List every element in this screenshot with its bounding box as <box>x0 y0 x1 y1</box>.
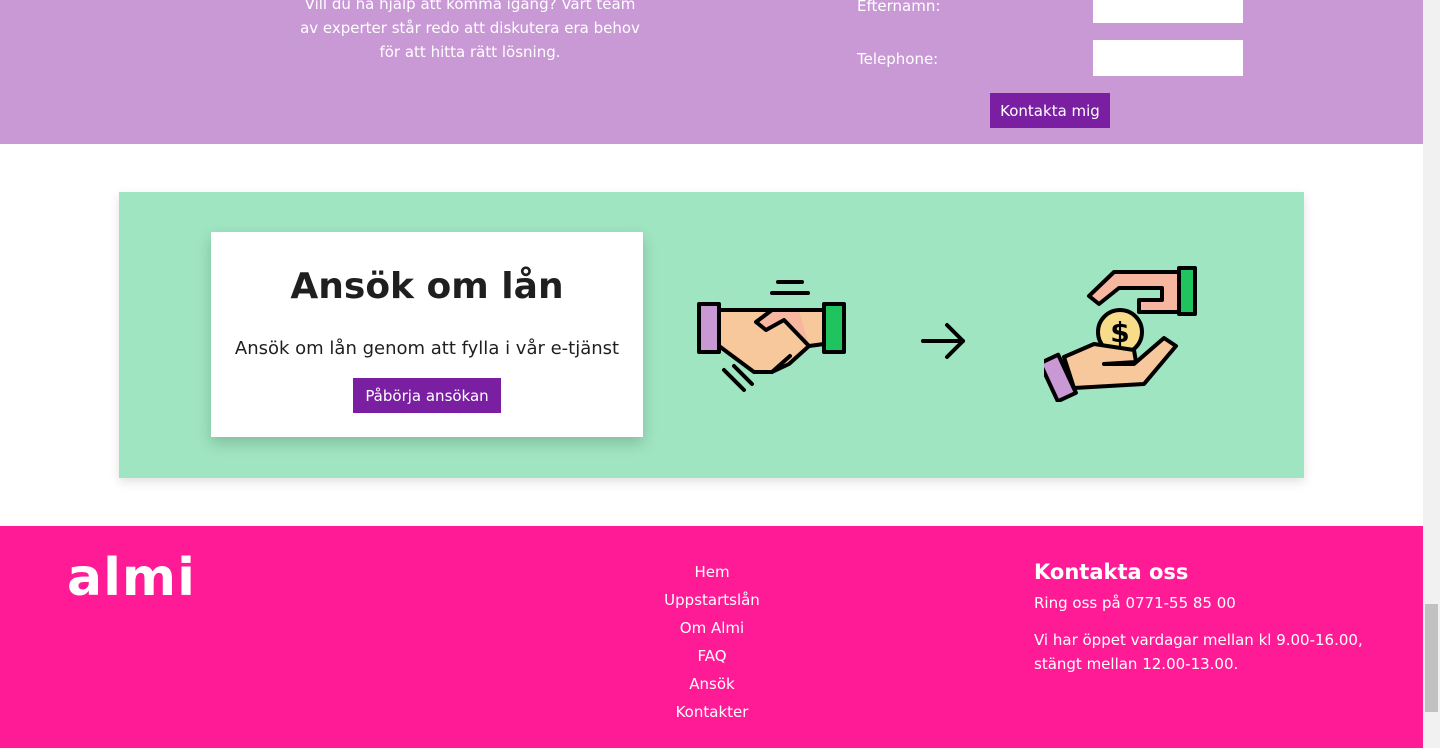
footer-hours-text: Vi har öppet vardagar mellan kl 9.00-16.… <box>1034 631 1363 673</box>
footer-link-uppstartslan[interactable]: Uppstartslån <box>664 591 760 609</box>
handshake-icon <box>697 280 846 392</box>
apply-description: Ansök om lån genom att fylla i vår e-tjä… <box>234 338 620 359</box>
footer-nav: Hem Uppstartslån Om Almi FAQ Ansök Konta… <box>612 562 812 730</box>
footer: almi Hem Uppstartslån Om Almi FAQ Ansök … <box>0 526 1423 748</box>
apply-title: Ansök om lån <box>290 266 564 307</box>
scrollbar-thumb[interactable] <box>1425 604 1438 712</box>
page-scrollbar[interactable] <box>1423 0 1440 748</box>
contact-intro-text: Vill du ha hjälp att komma igång? Vårt t… <box>300 0 640 61</box>
contact-section: Vill du ha hjälp att komma igång? Vårt t… <box>0 0 1423 144</box>
apply-banner: Ansök om lån Ansök om lån genom att fyll… <box>119 192 1304 478</box>
telephone-input[interactable] <box>1093 40 1243 76</box>
efternamn-input[interactable] <box>1093 0 1243 23</box>
footer-link-ansok[interactable]: Ansök <box>689 675 734 693</box>
footer-link-faq[interactable]: FAQ <box>697 647 726 665</box>
footer-contact: Kontakta oss Ring oss på 0771-55 85 00 V… <box>1034 560 1374 676</box>
footer-link-om-almi[interactable]: Om Almi <box>680 619 744 637</box>
start-application-button[interactable]: Påbörja ansökan <box>353 378 501 413</box>
contact-me-button[interactable]: Kontakta mig <box>990 93 1110 128</box>
telephone-label: Telephone: <box>857 50 939 68</box>
footer-link-kontakter[interactable]: Kontakter <box>676 703 749 721</box>
apply-card: Ansök om lån Ansök om lån genom att fyll… <box>211 232 643 437</box>
svg-text:$: $ <box>1110 316 1129 349</box>
footer-phone-text: Ring oss på 0771-55 85 00 <box>1034 594 1236 612</box>
efternamn-label: Efternamn: <box>857 0 941 15</box>
footer-link-hem[interactable]: Hem <box>694 563 729 581</box>
footer-contact-heading: Kontakta oss <box>1034 560 1189 584</box>
almi-logo[interactable]: almi <box>67 548 196 608</box>
arrow-right-icon <box>921 323 965 359</box>
hand-coin-icon: $ <box>1044 266 1197 402</box>
